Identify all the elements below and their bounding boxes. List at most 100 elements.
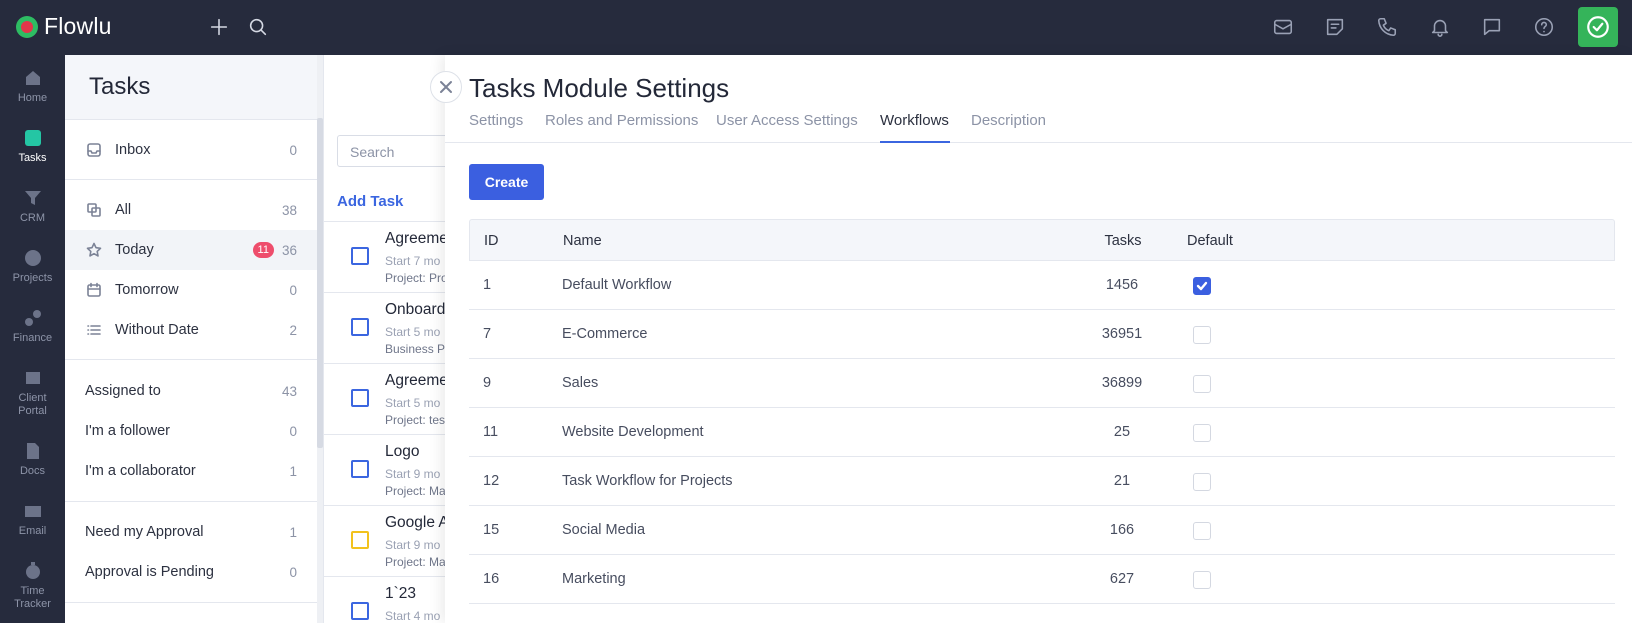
mail-icon[interactable] (1271, 15, 1295, 39)
col-id[interactable]: ID (484, 233, 499, 249)
chat-icon[interactable] (1480, 15, 1504, 39)
list-count: 38 (281, 202, 297, 218)
task-checkbox[interactable] (351, 460, 369, 478)
task-row[interactable]: Agreeme Start 5 mo Project: tes (324, 363, 448, 434)
default-checkbox[interactable] (1193, 326, 1211, 344)
bell-icon[interactable] (1428, 15, 1452, 39)
col-name[interactable]: Name (563, 233, 602, 249)
divider (65, 359, 317, 360)
divider (65, 179, 317, 180)
rail-item-docs[interactable]: Docs (0, 441, 65, 478)
default-checkbox[interactable] (1193, 277, 1211, 295)
workflow-task-count: 1456 (1105, 277, 1139, 293)
default-checkbox[interactable] (1193, 424, 1211, 442)
default-checkbox[interactable] (1193, 522, 1211, 540)
task-checkbox[interactable] (351, 389, 369, 407)
task-checkbox[interactable] (351, 531, 369, 549)
table-row[interactable]: 16 Marketing 627 (469, 555, 1615, 604)
help-icon[interactable] (1532, 15, 1556, 39)
list-count: 0 (289, 423, 297, 439)
list-count: 43 (281, 383, 297, 399)
tab-description[interactable]: Description (971, 112, 1046, 129)
task-start: Start 5 mo (385, 396, 441, 410)
rail-label: Docs (19, 465, 46, 477)
table-header: ID Name Tasks Default (469, 219, 1615, 261)
task-checkbox[interactable] (351, 318, 369, 336)
task-title: Agreeme (385, 230, 448, 247)
logo-icon (16, 15, 38, 38)
list-item-need-approval[interactable]: Need my Approval 1 (65, 512, 317, 552)
create-button[interactable]: Create (469, 164, 544, 200)
rail-label: Finance (12, 332, 53, 344)
tab-roles-permissions[interactable]: Roles and Permissions (545, 112, 698, 129)
task-row[interactable]: Agreeme Start 7 mo Project: Pro (324, 221, 448, 292)
phone-icon[interactable] (1375, 15, 1399, 39)
list-item-tomorrow[interactable]: Tomorrow 0 (65, 270, 317, 310)
table-row[interactable]: 7 E-Commerce 36951 (469, 310, 1615, 359)
list-item-without-date[interactable]: Without Date 2 (65, 310, 317, 350)
workflow-id: 15 (483, 522, 500, 538)
task-project: Business P (385, 342, 446, 356)
list-item-assigned[interactable]: Assigned to 43 (65, 371, 317, 411)
rail-item-finance[interactable]: Finance (0, 308, 65, 345)
list-icon (85, 321, 103, 339)
list-item-approval-pending[interactable]: Approval is Pending 0 (65, 552, 317, 592)
default-checkbox[interactable] (1193, 375, 1211, 393)
workflow-id: 7 (483, 326, 492, 342)
table-row[interactable]: 12 Task Workflow for Projects 21 (469, 457, 1615, 506)
table-body: 1 Default Workflow 1456 7 E-Commerce 36951 9 Sa… (469, 261, 1615, 604)
list-count: 0 (289, 142, 297, 158)
workflow-name: Social Media (562, 522, 646, 538)
table-row[interactable]: 1 Default Workflow 1456 (469, 261, 1615, 310)
plus-icon[interactable] (207, 15, 231, 39)
task-title: Google A (385, 514, 449, 531)
divider (65, 501, 317, 502)
col-tasks[interactable]: Tasks (1087, 233, 1159, 249)
rail-item-email[interactable]: Email (0, 501, 65, 538)
workflow-name: Website Development (562, 424, 704, 440)
default-checkbox[interactable] (1193, 571, 1211, 589)
check-badge-icon[interactable] (1578, 7, 1618, 47)
rail-label: Email (18, 525, 47, 537)
task-start: Start 9 mo (385, 538, 441, 552)
list-item-all[interactable]: All 38 (65, 190, 317, 230)
tab-workflows[interactable]: Workflows (880, 112, 949, 129)
list-item-collaborator[interactable]: I'm a collaborator 1 (65, 451, 317, 491)
overdue-badge: 11 (252, 242, 274, 258)
table-row[interactable]: 9 Sales 36899 (469, 359, 1615, 408)
rail-item-projects[interactable]: Projects (0, 248, 65, 285)
search-icon[interactable] (246, 15, 270, 39)
task-start: Start 7 mo (385, 254, 441, 268)
list-count: 0 (289, 282, 297, 298)
task-row[interactable]: Google A Start 9 mo Project: Ma (324, 505, 449, 576)
app-name: Flowlu (44, 13, 112, 39)
rail-item-time-tracker[interactable]: Time Tracker (0, 561, 65, 611)
list-label: All (115, 202, 132, 218)
tab-user-access-settings[interactable]: User Access Settings (716, 112, 858, 129)
task-row[interactable]: Logo Start 9 mo Project: Ma (324, 434, 446, 505)
logo[interactable]: Flowlu (16, 13, 112, 40)
list-item-inbox[interactable]: Inbox 0 (65, 130, 317, 170)
close-button[interactable] (430, 71, 462, 103)
list-item-follower[interactable]: I'm a follower 0 (65, 411, 317, 451)
task-row[interactable]: Onboard Start 5 mo Business P (324, 292, 446, 363)
task-title: Agreeme (385, 372, 448, 389)
notes-icon[interactable] (1323, 15, 1347, 39)
top-bar: Flowlu (0, 0, 1632, 55)
rail-item-tasks[interactable]: Tasks (0, 128, 65, 165)
tab-settings[interactable]: Settings (469, 112, 523, 129)
list-item-today[interactable]: Today 11 36 (65, 230, 317, 270)
default-checkbox[interactable] (1193, 473, 1211, 491)
table-row[interactable]: 11 Website Development 25 (469, 408, 1615, 457)
rail-item-crm[interactable]: CRM (0, 188, 65, 225)
add-task-link[interactable]: Add Task (337, 193, 403, 210)
task-checkbox[interactable] (351, 602, 369, 620)
table-row[interactable]: 15 Social Media 166 (469, 506, 1615, 555)
task-checkbox[interactable] (351, 247, 369, 265)
task-row[interactable]: 1`23 Start 4 mo (324, 576, 446, 623)
rail-item-home[interactable]: Home (0, 68, 65, 105)
rail-item-client-portal[interactable]: Client Portal (0, 368, 65, 418)
list-label: Assigned to (85, 383, 161, 399)
col-default[interactable]: Default (1187, 233, 1233, 249)
workflow-name: Marketing (562, 571, 626, 587)
